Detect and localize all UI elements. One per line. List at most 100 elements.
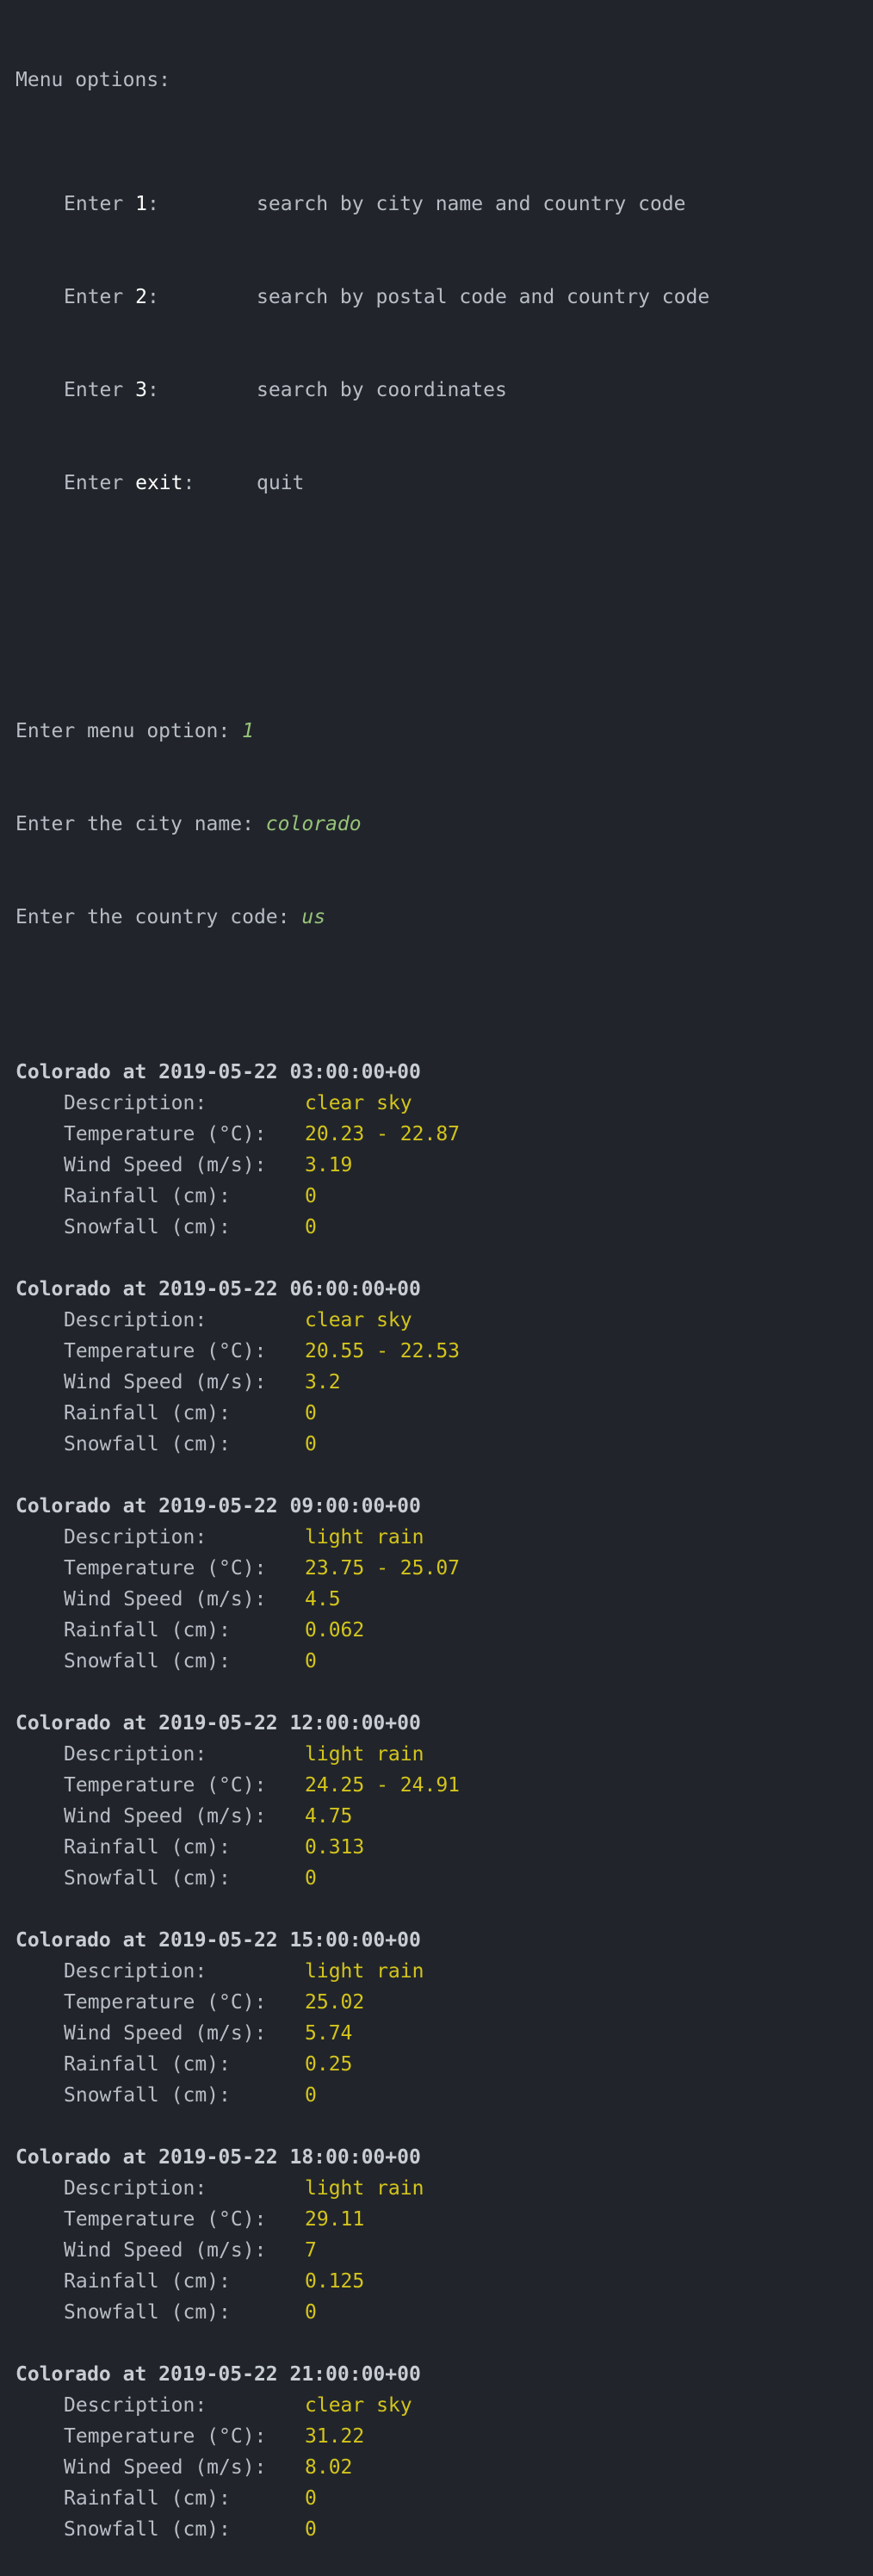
menu-option-prefix: Enter	[64, 286, 136, 308]
menu-option-1: Enter 1: search by city name and country …	[15, 189, 859, 220]
forecast-record-title: Colorado at 2019-05-22 21:00:00+00	[15, 2363, 421, 2386]
forecast-record: Colorado at 2019-05-22 03:00:00+00 Descri…	[15, 1057, 859, 1243]
wind-speed-row: Wind Speed (m/s): 3.2	[15, 1367, 859, 1398]
field-value: light rain	[305, 2177, 424, 2200]
field-value: 8.02	[305, 2456, 353, 2479]
temperature-row: Temperature (°C): 25.02	[15, 1987, 859, 2018]
field-label: Snowfall (cm):	[64, 2301, 231, 2324]
prompt-label: Enter the country code:	[15, 906, 302, 928]
menu-option-exit: Enter exit: quit	[15, 468, 859, 499]
field-value: 0	[305, 1867, 317, 1890]
menu-option-key: 3	[135, 379, 147, 401]
field-value: clear sky	[305, 1092, 412, 1114]
snowfall-row: Snowfall (cm): 0	[15, 1212, 859, 1243]
field-label: Description:	[64, 1960, 207, 1983]
field-label: Rainfall (cm):	[64, 2487, 231, 2510]
field-value: 0	[305, 2518, 317, 2541]
field-label: Rainfall (cm):	[64, 1185, 231, 1207]
menu-option-key: 2	[135, 286, 147, 308]
field-value: 0	[305, 1650, 317, 1673]
field-value: 20.55 - 22.53	[305, 1340, 461, 1362]
forecast-records: Colorado at 2019-05-22 03:00:00+00 Descri…	[15, 1026, 859, 2545]
field-value: 0	[305, 2084, 317, 2107]
forecast-record: Colorado at 2019-05-22 15:00:00+00 Descri…	[15, 1925, 859, 2111]
snowfall-row: Snowfall (cm): 0	[15, 2514, 859, 2545]
rainfall-row: Rainfall (cm): 0.313	[15, 1832, 859, 1863]
field-value: 0	[305, 1185, 317, 1207]
field-value: 7	[305, 2239, 317, 2262]
rainfall-row: Rainfall (cm): 0	[15, 1181, 859, 1212]
forecast-record: Colorado at 2019-05-22 21:00:00+00 Descri…	[15, 2359, 859, 2545]
field-value: 0.25	[305, 2053, 353, 2076]
forecast-record-title: Colorado at 2019-05-22 18:00:00+00	[15, 2146, 421, 2169]
rainfall-row: Rainfall (cm): 0.062	[15, 1615, 859, 1646]
prompt-input-value: colorado	[265, 813, 362, 835]
field-label: Snowfall (cm):	[64, 1867, 231, 1890]
wind-speed-row: Wind Speed (m/s): 3.19	[15, 1150, 859, 1181]
prompt-country-code: Enter the country code: us	[15, 902, 859, 933]
menu-option-desc: search by city name and country code	[257, 193, 686, 215]
menu-option-suffix: :	[146, 379, 159, 401]
field-value: clear sky	[305, 2394, 412, 2417]
field-value: 20.23 - 22.87	[305, 1123, 461, 1145]
field-label: Rainfall (cm):	[64, 2270, 231, 2293]
description-row: Description: light rain	[15, 2173, 859, 2204]
menu-option-desc: search by coordinates	[257, 379, 507, 401]
field-value: 23.75 - 25.07	[305, 1557, 461, 1580]
field-value: 3.19	[305, 1154, 353, 1176]
field-value: 3.2	[305, 1371, 341, 1394]
field-label: Wind Speed (m/s):	[64, 1154, 267, 1176]
menu-option-suffix: :	[183, 472, 195, 494]
temperature-row: Temperature (°C): 23.75 - 25.07	[15, 1553, 859, 1584]
field-label: Rainfall (cm):	[64, 1619, 231, 1642]
menu-option-2: Enter 2: search by postal code and countr…	[15, 282, 859, 313]
temperature-row: Temperature (°C): 24.25 - 24.91	[15, 1770, 859, 1801]
forecast-record: Colorado at 2019-05-22 06:00:00+00 Descri…	[15, 1274, 859, 1460]
temperature-row: Temperature (°C): 20.55 - 22.53	[15, 1336, 859, 1367]
wind-speed-row: Wind Speed (m/s): 8.02	[15, 2452, 859, 2483]
forecast-record-title: Colorado at 2019-05-22 09:00:00+00	[15, 1495, 421, 1518]
menu-option-key: exit	[135, 472, 183, 494]
field-label: Temperature (°C):	[64, 2208, 267, 2231]
field-value: 0.313	[305, 1836, 365, 1859]
field-value: clear sky	[305, 1309, 412, 1331]
field-value: 0.062	[305, 1619, 365, 1642]
field-label: Snowfall (cm):	[64, 1650, 231, 1673]
field-label: Temperature (°C):	[64, 1340, 267, 1362]
forecast-record: Colorado at 2019-05-22 12:00:00+00 Descri…	[15, 1708, 859, 1894]
field-value: 29.11	[305, 2208, 365, 2231]
wind-speed-row: Wind Speed (m/s): 5.74	[15, 2018, 859, 2049]
field-label: Snowfall (cm):	[64, 1216, 231, 1238]
rainfall-row: Rainfall (cm): 0.125	[15, 2266, 859, 2297]
field-value: light rain	[305, 1743, 424, 1766]
temperature-row: Temperature (°C): 31.22	[15, 2421, 859, 2452]
forecast-record: Colorado at 2019-05-22 09:00:00+00 Descri…	[15, 1491, 859, 1677]
forecast-record-title: Colorado at 2019-05-22 15:00:00+00	[15, 1929, 421, 1952]
temperature-row: Temperature (°C): 29.11	[15, 2204, 859, 2235]
field-label: Description:	[64, 2394, 207, 2417]
wind-speed-row: Wind Speed (m/s): 7	[15, 2235, 859, 2266]
field-value: 0	[305, 2301, 317, 2324]
rainfall-row: Rainfall (cm): 0.25	[15, 2049, 859, 2080]
field-label: Wind Speed (m/s):	[64, 2022, 267, 2045]
menu-option-prefix: Enter	[64, 472, 136, 494]
menu-option-3: Enter 3: search by coordinates	[15, 375, 859, 406]
field-value: 5.74	[305, 2022, 353, 2045]
field-value: 4.75	[305, 1805, 353, 1828]
description-row: Description: light rain	[15, 1739, 859, 1770]
forecast-record-title: Colorado at 2019-05-22 12:00:00+00	[15, 1712, 421, 1735]
field-value: 4.5	[305, 1588, 341, 1611]
description-row: Description: light rain	[15, 1956, 859, 1987]
field-value: 0	[305, 1402, 317, 1425]
prompt-input-value: 1	[242, 720, 254, 742]
field-value: 0	[305, 2487, 317, 2510]
field-label: Temperature (°C):	[64, 1123, 267, 1145]
snowfall-row: Snowfall (cm): 0	[15, 2080, 859, 2111]
rainfall-row: Rainfall (cm): 0	[15, 1398, 859, 1429]
wind-speed-row: Wind Speed (m/s): 4.75	[15, 1801, 859, 1832]
